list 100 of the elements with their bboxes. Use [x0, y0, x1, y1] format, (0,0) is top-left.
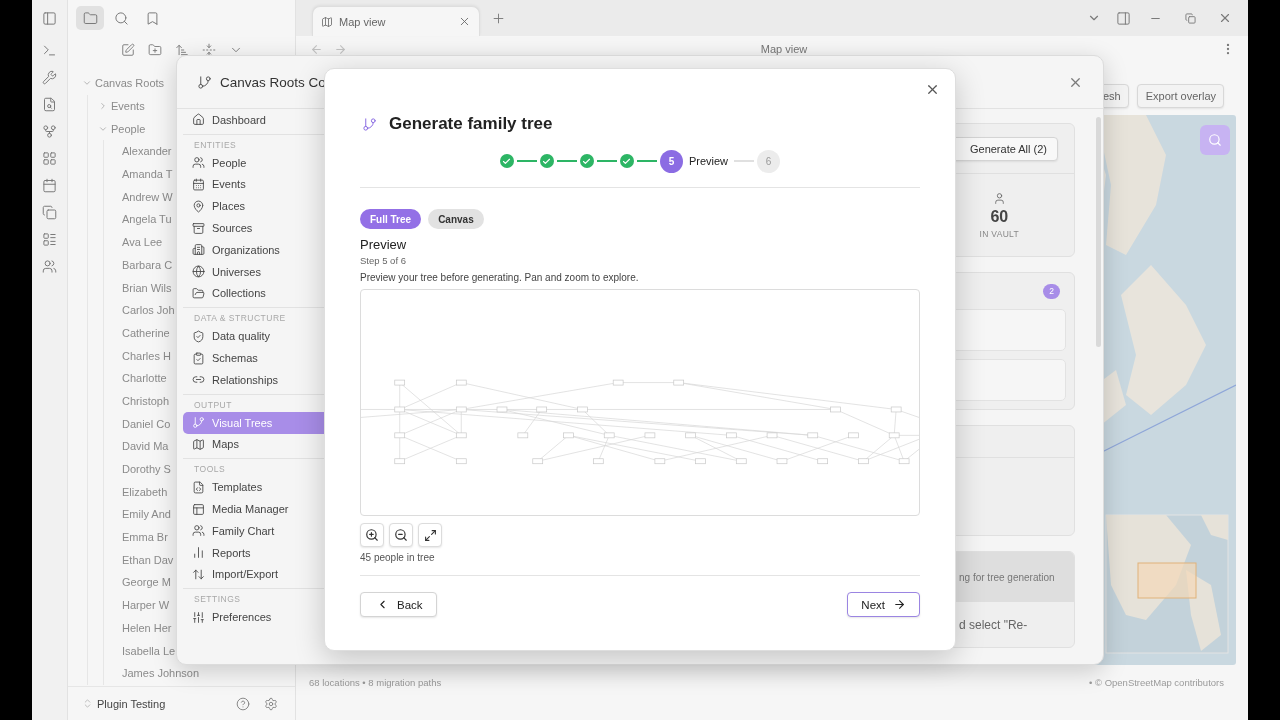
folder-label[interactable]: People	[111, 122, 146, 135]
bar-chart-icon	[192, 546, 205, 560]
zoom-in-button[interactable]	[360, 523, 384, 547]
file-label[interactable]: Charles H	[122, 349, 171, 362]
folder-label[interactable]: Canvas Roots	[95, 77, 165, 90]
file-label[interactable]: George M	[122, 576, 171, 589]
map-icon	[321, 15, 333, 28]
expand-icon	[423, 528, 437, 542]
home-icon	[192, 113, 205, 127]
notice-text: ng for tree generation	[959, 571, 1055, 583]
file-label[interactable]: Carlos Joh	[122, 304, 175, 317]
file-label[interactable]: Emma Br	[122, 531, 168, 544]
nav-item[interactable]: Family Chart	[183, 519, 325, 542]
file-label[interactable]: Alexander	[122, 145, 172, 158]
nav-item[interactable]: People	[183, 151, 325, 174]
file-label[interactable]: Helen Her	[122, 621, 172, 634]
nav-section-heading: ENTITIES	[193, 138, 238, 152]
fit-view-button[interactable]	[418, 523, 442, 547]
file-label[interactable]: Brian Wils	[122, 281, 172, 294]
section-heading: Preview	[360, 237, 408, 252]
vault-switcher[interactable]: Plugin Testing	[97, 697, 166, 710]
stat-value: 60	[990, 207, 1009, 226]
people-count: 45 people in tree	[360, 552, 436, 563]
stat-label: IN VAULT	[979, 228, 1019, 239]
nav-section-heading: SETTINGS	[193, 593, 242, 607]
step-label: Preview	[688, 155, 729, 167]
nav-section-heading: OUTPUT	[193, 398, 233, 412]
arrow-right-icon	[893, 598, 906, 611]
search-icon	[1208, 133, 1222, 147]
nav-item[interactable]: Schemas	[183, 347, 325, 369]
file-label[interactable]: Harper W	[122, 599, 170, 612]
file-label[interactable]: Amanda T	[122, 168, 173, 181]
view-title: Map view	[760, 43, 808, 55]
zoom-out-button[interactable]	[389, 523, 413, 547]
nav-item[interactable]: Maps	[183, 433, 325, 456]
nav-item[interactable]: Universes	[183, 260, 325, 283]
nav-item[interactable]: Sources	[183, 217, 325, 239]
map-icon	[192, 437, 205, 451]
file-label[interactable]: Ava Lee	[122, 236, 163, 249]
chevrons-up-down-icon	[82, 698, 93, 709]
file-label[interactable]: Emily And	[122, 508, 171, 521]
next-button[interactable]: Next	[847, 592, 920, 617]
chevron-right-icon[interactable]	[98, 101, 108, 112]
arrows-up-down-icon	[192, 567, 205, 581]
globe-icon	[192, 265, 205, 279]
nav-item[interactable]: Dashboard	[183, 109, 325, 131]
file-label[interactable]: Andrew W	[122, 190, 173, 203]
upcoming-step: 6	[757, 149, 781, 173]
nav-item[interactable]: Places	[183, 195, 325, 218]
nav-item[interactable]: Templates	[183, 476, 325, 499]
close-icon[interactable]	[458, 15, 471, 28]
nav-item[interactable]: Preferences	[183, 606, 325, 629]
person-icon	[992, 191, 1006, 205]
file-label[interactable]: Barbara C	[122, 258, 173, 271]
nav-item[interactable]: Collections	[183, 282, 325, 305]
file-label[interactable]: Charlotte	[122, 372, 167, 385]
calendar-icon	[192, 178, 205, 191]
mode-tab[interactable]: Full Tree	[360, 209, 422, 229]
zoom-out-icon	[394, 528, 408, 542]
nav-section-heading: TOOLS	[193, 463, 227, 477]
map-attribution: • © OpenStreetMap contributors	[1089, 677, 1224, 688]
folder-label[interactable]: Events	[111, 100, 145, 113]
file-label[interactable]: Daniel Co	[122, 417, 171, 430]
file-label[interactable]: Dorothy S	[122, 463, 171, 476]
file-label[interactable]: Catherine	[122, 326, 170, 339]
file-label[interactable]: Angela Tu	[122, 213, 172, 226]
file-label[interactable]: Christoph	[122, 394, 170, 407]
file-label[interactable]: Ethan Dav	[122, 553, 174, 566]
archive-icon	[192, 221, 205, 235]
map-summary: 68 locations • 8 migration paths	[309, 677, 442, 688]
nav-item[interactable]: Relationships	[183, 368, 325, 391]
back-button[interactable]: Back	[360, 592, 437, 617]
file-label[interactable]: Elizabeth	[122, 485, 168, 498]
shield-check-icon	[192, 329, 205, 343]
branch-icon	[197, 74, 212, 90]
nav-item[interactable]: Visual Trees	[183, 411, 325, 434]
mode-tab[interactable]: Canvas	[428, 209, 484, 229]
toolbar-button[interactable]: Export overlay	[1136, 84, 1224, 108]
folder-icon	[192, 286, 205, 300]
file-label[interactable]: Isabella Le	[122, 644, 176, 657]
nav-section-heading: DATA & STRUCTURE	[193, 312, 287, 326]
scrollbar-thumb[interactable]	[1096, 117, 1101, 347]
nav-item[interactable]: Import/Export	[183, 563, 325, 586]
file-label[interactable]: James Johnson	[122, 667, 200, 680]
folder-icon[interactable]	[76, 6, 104, 30]
hint-text: d select "Re-	[959, 617, 1028, 632]
tab[interactable]: Map view	[312, 6, 480, 36]
nav-item[interactable]: Events	[183, 173, 325, 196]
nav-item[interactable]: Organizations	[183, 239, 325, 261]
nav-item[interactable]: Reports	[183, 541, 325, 564]
zoom-in-icon	[365, 528, 379, 542]
branch-icon	[362, 116, 377, 132]
nav-item[interactable]: Media Manager	[183, 498, 325, 520]
description-text: Preview your tree before generating. Pan and zoom to explore.	[360, 272, 640, 283]
people-icon	[192, 156, 205, 170]
people-icon	[192, 524, 205, 538]
file-label[interactable]: David Ma	[122, 440, 169, 453]
dialog-title: Generate family tree	[389, 114, 553, 134]
map-search-button[interactable]	[1200, 125, 1230, 155]
nav-item[interactable]: Data quality	[183, 325, 325, 348]
